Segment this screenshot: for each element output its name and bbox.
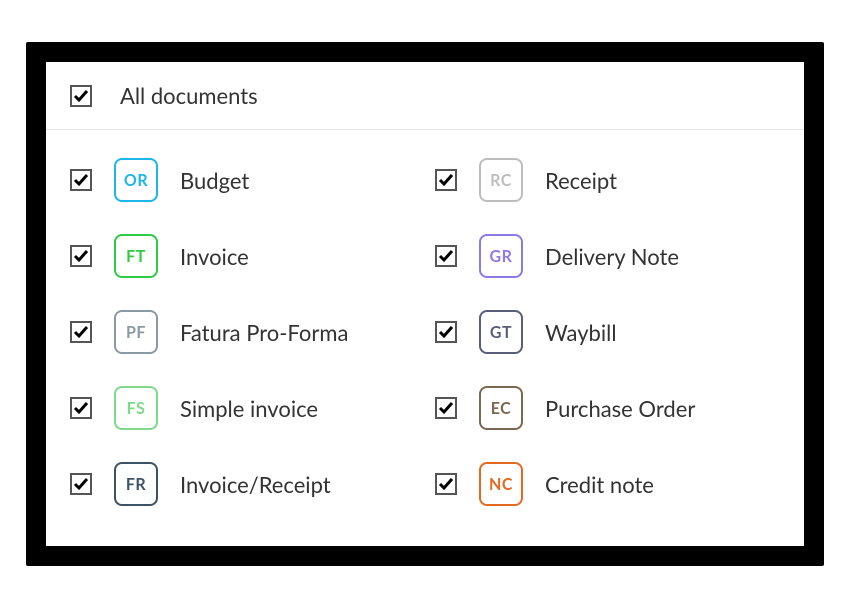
document-label: Credit note [545,471,654,498]
document-code-badge: GR [479,234,523,278]
check-icon [438,324,454,340]
check-icon [73,476,89,492]
check-icon [73,324,89,340]
header: All documents [46,62,804,130]
document-code-badge: FS [114,386,158,430]
documents-panel: All documents OR Budget RC Receipt FT Invoice… [46,62,804,546]
document-list: OR Budget RC Receipt FT Invoice GR Delivery Not… [46,130,804,546]
document-item: FT Invoice [70,218,415,294]
document-checkbox[interactable] [435,473,457,495]
document-item: NC Credit note [435,446,780,522]
document-checkbox[interactable] [435,245,457,267]
document-label: Purchase Order [545,395,695,422]
document-item: PF Fatura Pro-Forma [70,294,415,370]
document-label: Receipt [545,167,617,194]
document-item: RC Receipt [435,142,780,218]
document-label: Invoice/Receipt [180,471,331,498]
document-code-badge: FT [114,234,158,278]
document-item: OR Budget [70,142,415,218]
document-checkbox[interactable] [70,245,92,267]
document-checkbox[interactable] [70,473,92,495]
check-icon [73,172,89,188]
outer-frame: All documents OR Budget RC Receipt FT Invoice… [26,42,824,566]
document-code-badge: RC [479,158,523,202]
document-checkbox[interactable] [70,397,92,419]
document-label: Waybill [545,319,617,346]
document-item: EC Purchase Order [435,370,780,446]
document-code-badge: GT [479,310,523,354]
document-checkbox[interactable] [70,321,92,343]
document-code-badge: NC [479,462,523,506]
document-label: Invoice [180,243,249,270]
check-icon [73,88,89,104]
document-label: Fatura Pro-Forma [180,319,348,346]
document-checkbox[interactable] [435,397,457,419]
check-icon [438,248,454,264]
document-item: GR Delivery Note [435,218,780,294]
document-label: Budget [180,167,249,194]
document-checkbox[interactable] [435,169,457,191]
check-icon [73,248,89,264]
document-checkbox[interactable] [70,169,92,191]
document-label: Delivery Note [545,243,679,270]
document-label: Simple invoice [180,395,318,422]
document-item: FR Invoice/Receipt [70,446,415,522]
document-code-badge: PF [114,310,158,354]
select-all-checkbox[interactable] [70,85,92,107]
document-item: FS Simple invoice [70,370,415,446]
check-icon [438,476,454,492]
document-checkbox[interactable] [435,321,457,343]
header-title: All documents [120,82,258,109]
document-item: GT Waybill [435,294,780,370]
check-icon [438,400,454,416]
check-icon [73,400,89,416]
document-code-badge: OR [114,158,158,202]
check-icon [438,172,454,188]
document-code-badge: EC [479,386,523,430]
document-code-badge: FR [114,462,158,506]
